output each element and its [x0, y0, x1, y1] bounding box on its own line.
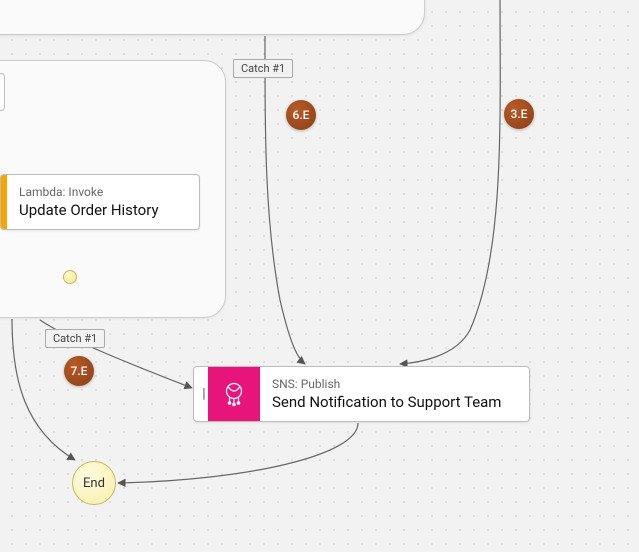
marker-3e[interactable]: 3.E — [504, 99, 534, 129]
sns-publish-node[interactable]: || SNS: Publish Send Notification to Sup… — [193, 366, 530, 422]
end-node[interactable]: End — [72, 461, 116, 505]
lambda-service-label: Lambda: Invoke — [19, 185, 159, 201]
marker-6e[interactable]: 6.E — [286, 100, 316, 130]
lambda-node-title: Update Order History — [19, 201, 159, 221]
catch-tag-upper: Catch #1 — [233, 59, 293, 78]
branch-terminal-circle — [63, 270, 77, 284]
end-label: End — [83, 476, 105, 491]
drag-handle-icon[interactable]: || — [194, 367, 208, 421]
sns-service-label: SNS: Publish — [272, 377, 501, 393]
lambda-invoke-node[interactable]: Lambda: Invoke Update Order History — [0, 174, 200, 230]
marker-7e[interactable]: 7.E — [64, 356, 94, 386]
sns-icon — [208, 367, 260, 421]
parallel-container-top[interactable] — [0, 0, 425, 35]
catch-tag-lower: Catch #1 — [45, 329, 105, 348]
sns-node-title: Send Notification to Support Team — [272, 393, 501, 413]
state-node-clipped[interactable] — [0, 73, 5, 111]
